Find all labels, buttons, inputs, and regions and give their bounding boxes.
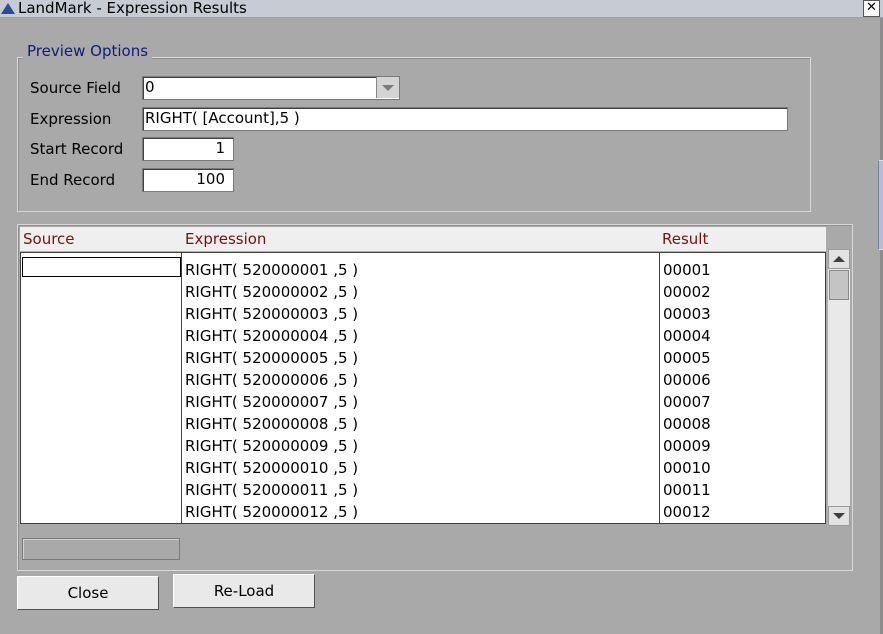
cell-result: 00010 — [663, 459, 711, 477]
arrow-down-icon[interactable] — [828, 506, 850, 526]
column-header-expression[interactable]: Expression — [185, 230, 266, 248]
end-record-label: End Record — [30, 171, 116, 189]
cell-expression: RIGHT( 520000011 ,5 ) — [185, 481, 359, 499]
window-right-border-marker — [878, 160, 883, 250]
column-header-result[interactable]: Result — [662, 230, 708, 248]
cell-expression: RIGHT( 520000002 ,5 ) — [185, 283, 359, 301]
source-field-select[interactable]: 0 — [142, 76, 400, 100]
source-field-label: Source Field — [30, 79, 121, 97]
cell-result: 00006 — [663, 371, 711, 389]
window-close-icon[interactable]: ✕ — [863, 0, 880, 17]
start-record-label: Start Record — [30, 140, 124, 158]
table-row[interactable]: RIGHT( 520000009 ,5 ) 00009 — [21, 435, 825, 457]
preview-options-legend: Preview Options — [23, 42, 153, 60]
table-row[interactable]: RIGHT( 520000003 ,5 ) 00003 — [21, 303, 825, 325]
cell-expression: RIGHT( 520000006 ,5 ) — [185, 371, 359, 389]
cell-result: 00001 — [663, 261, 711, 279]
table-row[interactable]: RIGHT( 520000010 ,5 ) 00010 — [21, 457, 825, 479]
column-header-source[interactable]: Source — [23, 230, 75, 248]
title-bar[interactable]: LandMark - Expression Results ✕ — [0, 0, 883, 18]
table-row[interactable]: RIGHT( 520000008 ,5 ) 00008 — [21, 413, 825, 435]
cell-expression: RIGHT( 520000008 ,5 ) — [185, 415, 359, 433]
cell-result: 00009 — [663, 437, 711, 455]
table-row[interactable]: RIGHT( 520000011 ,5 ) 00011 — [21, 479, 825, 501]
cell-expression: RIGHT( 520000009 ,5 ) — [185, 437, 359, 455]
cell-expression: RIGHT( 520000012 ,5 ) — [185, 503, 359, 521]
table-row[interactable]: RIGHT( 520000001 ,5 ) 00001 — [21, 259, 825, 281]
cell-result: 00004 — [663, 327, 711, 345]
cell-result: 00005 — [663, 349, 711, 367]
close-button[interactable]: Close — [17, 576, 159, 610]
scrollbar-thumb[interactable] — [829, 270, 849, 300]
cell-expression: RIGHT( 520000010 ,5 ) — [185, 459, 359, 477]
table-row[interactable]: RIGHT( 520000007 ,5 ) 00007 — [21, 391, 825, 413]
reload-button[interactable]: Re-Load — [173, 574, 315, 608]
expression-input[interactable]: RIGHT( [Account],5 ) — [142, 107, 788, 131]
table-row[interactable]: RIGHT( 520000004 ,5 ) 00004 — [21, 325, 825, 347]
cell-result: 00011 — [663, 481, 711, 499]
source-field-value: 0 — [145, 78, 155, 96]
cell-result: 00002 — [663, 283, 711, 301]
chevron-down-icon[interactable] — [376, 77, 399, 98]
preview-options-group — [17, 57, 811, 212]
table-row[interactable]: RIGHT( 520000012 ,5 ) 00012 — [21, 501, 825, 523]
cell-expression: RIGHT( 520000005 ,5 ) — [185, 349, 359, 367]
table-row[interactable]: RIGHT( 520000005 ,5 ) 00005 — [21, 347, 825, 369]
cell-expression: RIGHT( 520000004 ,5 ) — [185, 327, 359, 345]
cell-expression: RIGHT( 520000001 ,5 ) — [185, 261, 359, 279]
cell-result: 00012 — [663, 503, 711, 521]
table-row[interactable]: RIGHT( 520000002 ,5 ) 00002 — [21, 281, 825, 303]
cell-result: 00007 — [663, 393, 711, 411]
results-grid-body[interactable]: RIGHT( 520000001 ,5 ) 00001 RIGHT( 5200000… — [20, 252, 826, 524]
cell-result: 00003 — [663, 305, 711, 323]
results-vertical-scrollbar[interactable] — [827, 249, 850, 526]
table-row[interactable]: RIGHT( 520000006 ,5 ) 00006 — [21, 369, 825, 391]
results-grid-header: Source Expression Result — [20, 227, 826, 252]
cell-expression: RIGHT( 520000003 ,5 ) — [185, 305, 359, 323]
expression-label: Expression — [30, 110, 112, 128]
window-title: LandMark - Expression Results — [18, 0, 247, 17]
status-panel — [22, 538, 180, 560]
end-record-input[interactable]: 100 — [142, 168, 234, 192]
arrow-up-icon[interactable] — [828, 249, 850, 269]
cell-expression: RIGHT( 520000007 ,5 ) — [185, 393, 359, 411]
start-record-input[interactable]: 1 — [142, 137, 234, 161]
expression-results-window: LandMark - Expression Results ✕ Preview … — [0, 0, 883, 634]
cell-result: 00008 — [663, 415, 711, 433]
landmark-app-icon — [1, 3, 15, 14]
